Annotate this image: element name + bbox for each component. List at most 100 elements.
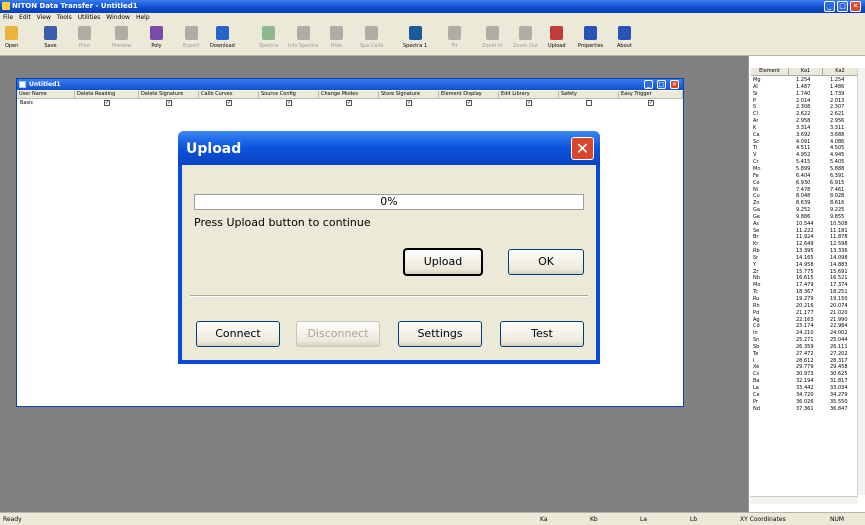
element-row[interactable]: Al 1.487 1.486 bbox=[750, 84, 858, 91]
fit-toolbar-button[interactable]: Fit bbox=[448, 26, 461, 49]
vertical-scrollbar[interactable] bbox=[857, 68, 865, 495]
about-toolbar-button[interactable]: About bbox=[617, 26, 632, 49]
element-row[interactable]: Pr 36.026 35.550 bbox=[750, 399, 858, 406]
element-row[interactable]: Si 1.740 1.739 bbox=[750, 91, 858, 98]
menu-item-view[interactable]: View bbox=[34, 13, 54, 22]
element-row[interactable]: Kr 12.649 12.598 bbox=[750, 241, 858, 248]
element-row[interactable]: Mn 5.899 5.888 bbox=[750, 166, 858, 173]
minimize-button[interactable]: _ bbox=[824, 1, 835, 12]
permission-checkbox[interactable]: ✓ bbox=[286, 100, 292, 106]
spectra-toolbar-button[interactable]: Spectra bbox=[259, 26, 278, 49]
disconnect-button[interactable]: Disconnect bbox=[296, 321, 380, 347]
element-row[interactable]: Ge 9.886 9.855 bbox=[750, 214, 858, 221]
element-row[interactable]: Sb 26.359 26.111 bbox=[750, 344, 858, 351]
permission-checkbox[interactable]: ✓ bbox=[166, 100, 172, 106]
element-row[interactable]: Mo 17.479 17.374 bbox=[750, 282, 858, 289]
close-button[interactable]: ✕ bbox=[850, 1, 861, 12]
column-header[interactable]: Store Signature bbox=[379, 91, 439, 99]
zoom-in-toolbar-button[interactable]: Zoom In bbox=[482, 26, 503, 49]
element-column-header[interactable]: Ka2 bbox=[823, 68, 858, 76]
column-header[interactable]: Delete Signature bbox=[139, 91, 199, 99]
menu-item-file[interactable]: File bbox=[0, 13, 16, 22]
element-row[interactable]: Cs 30.973 30.625 bbox=[750, 371, 858, 378]
element-row[interactable]: I 28.612 28.317 bbox=[750, 358, 858, 365]
element-row[interactable]: Cu 8.048 8.028 bbox=[750, 193, 858, 200]
menu-item-edit[interactable]: Edit bbox=[16, 13, 34, 22]
element-row[interactable]: Ba 32.194 31.817 bbox=[750, 378, 858, 385]
poly-toolbar-button[interactable]: Poly bbox=[150, 26, 163, 49]
column-header[interactable]: Safety bbox=[559, 91, 619, 99]
element-row[interactable]: Mg 1.254 1.254 bbox=[750, 77, 858, 84]
element-row[interactable]: Ar 2.958 2.956 bbox=[750, 118, 858, 125]
column-header[interactable]: Source Config bbox=[259, 91, 319, 99]
element-row[interactable]: Nb 16.615 16.521 bbox=[750, 275, 858, 282]
save-toolbar-button[interactable]: Save bbox=[44, 26, 57, 49]
element-row[interactable]: Se 11.222 11.181 bbox=[750, 228, 858, 235]
element-row[interactable]: As 10.544 10.508 bbox=[750, 221, 858, 228]
element-row[interactable]: Br 11.924 11.878 bbox=[750, 234, 858, 241]
element-row[interactable]: Co 6.930 6.915 bbox=[750, 180, 858, 187]
column-header[interactable]: Edit Library bbox=[499, 91, 559, 99]
menu-item-window[interactable]: Window bbox=[103, 13, 133, 22]
element-row[interactable]: Rb 13.395 13.336 bbox=[750, 248, 858, 255]
permission-checkbox[interactable]: ✓ bbox=[466, 100, 472, 106]
column-header[interactable]: Easy Trigger bbox=[619, 91, 683, 99]
menu-item-tools[interactable]: Tools bbox=[54, 13, 75, 22]
permission-checkbox[interactable]: ✓ bbox=[104, 100, 110, 106]
upload-toolbar-button[interactable]: Upload bbox=[548, 26, 566, 49]
settings-button[interactable]: Settings bbox=[398, 321, 482, 347]
column-header[interactable]: User Name bbox=[17, 91, 75, 99]
element-row[interactable]: Rh 20.216 20.074 bbox=[750, 303, 858, 310]
ok-button[interactable]: OK bbox=[508, 249, 584, 275]
element-row[interactable]: Zr 15.775 15.691 bbox=[750, 269, 858, 276]
zoom-out-toolbar-button[interactable]: Zoom Out bbox=[513, 26, 538, 49]
element-row[interactable]: Xe 29.779 29.458 bbox=[750, 364, 858, 371]
element-row[interactable]: Cl 2.622 2.621 bbox=[750, 111, 858, 118]
element-row[interactable]: Nd 37.361 36.847 bbox=[750, 406, 858, 413]
element-row[interactable]: Ga 9.252 9.225 bbox=[750, 207, 858, 214]
element-row[interactable]: Ti 4.511 4.505 bbox=[750, 145, 858, 152]
connect-button[interactable]: Connect bbox=[196, 321, 280, 347]
permission-checkbox[interactable]: ✓ bbox=[526, 100, 532, 106]
element-row[interactable]: Tc 18.367 18.251 bbox=[750, 289, 858, 296]
properties-toolbar-button[interactable]: Properties bbox=[578, 26, 603, 49]
element-column-header[interactable]: Element bbox=[751, 68, 789, 76]
permission-checkbox[interactable]: ✓ bbox=[226, 100, 232, 106]
menu-item-help[interactable]: Help bbox=[133, 13, 153, 22]
element-row[interactable]: Fe 6.404 6.391 bbox=[750, 173, 858, 180]
child-maximize-button[interactable]: □ bbox=[657, 80, 666, 89]
element-row[interactable]: Sr 14.165 14.098 bbox=[750, 255, 858, 262]
info-spectra-toolbar-button[interactable]: Info Spectra bbox=[288, 26, 318, 49]
element-row[interactable]: Ru 19.279 19.150 bbox=[750, 296, 858, 303]
element-row[interactable]: Cd 23.174 22.984 bbox=[750, 323, 858, 330]
element-row[interactable]: Ca 3.692 3.688 bbox=[750, 132, 858, 139]
element-row[interactable]: P 2.014 2.013 bbox=[750, 98, 858, 105]
test-button[interactable]: Test bbox=[500, 321, 584, 347]
print-toolbar-button[interactable]: Print bbox=[78, 26, 91, 49]
upload-button[interactable]: Upload bbox=[403, 248, 483, 276]
child-minimize-button[interactable]: _ bbox=[644, 80, 653, 89]
child-close-button[interactable]: ✕ bbox=[670, 80, 679, 89]
element-row[interactable]: Ag 22.163 21.990 bbox=[750, 317, 858, 324]
permission-checkbox[interactable]: ✓ bbox=[648, 100, 654, 106]
open-toolbar-button[interactable]: Open bbox=[5, 26, 18, 49]
hide-toolbar-button[interactable]: Hide bbox=[330, 26, 343, 49]
permission-checkbox[interactable]: ✓ bbox=[346, 100, 352, 106]
element-row[interactable]: Te 27.472 27.202 bbox=[750, 351, 858, 358]
column-header[interactable]: Element Display bbox=[439, 91, 499, 99]
element-row[interactable]: V 4.952 4.945 bbox=[750, 152, 858, 159]
element-row[interactable]: Y 14.958 14.883 bbox=[750, 262, 858, 269]
spe-calib-toolbar-button[interactable]: Spe Calib bbox=[360, 26, 384, 49]
export-toolbar-button[interactable]: Export bbox=[183, 26, 199, 49]
horizontal-scrollbar[interactable] bbox=[750, 496, 858, 504]
element-row[interactable]: Cr 5.415 5.405 bbox=[750, 159, 858, 166]
column-header[interactable]: Calib Curves bbox=[199, 91, 259, 99]
element-row[interactable]: S 2.308 2.307 bbox=[750, 104, 858, 111]
preview-toolbar-button[interactable]: Preview bbox=[112, 26, 131, 49]
spectra-1-toolbar-button[interactable]: Spectra 1 bbox=[403, 26, 427, 49]
element-row[interactable]: Sn 25.271 25.044 bbox=[750, 337, 858, 344]
column-header[interactable]: Change Modes bbox=[319, 91, 379, 99]
element-row[interactable]: Ni 7.478 7.461 bbox=[750, 187, 858, 194]
menu-item-utilities[interactable]: Utilities bbox=[75, 13, 104, 22]
element-row[interactable]: K 3.314 3.311 bbox=[750, 125, 858, 132]
